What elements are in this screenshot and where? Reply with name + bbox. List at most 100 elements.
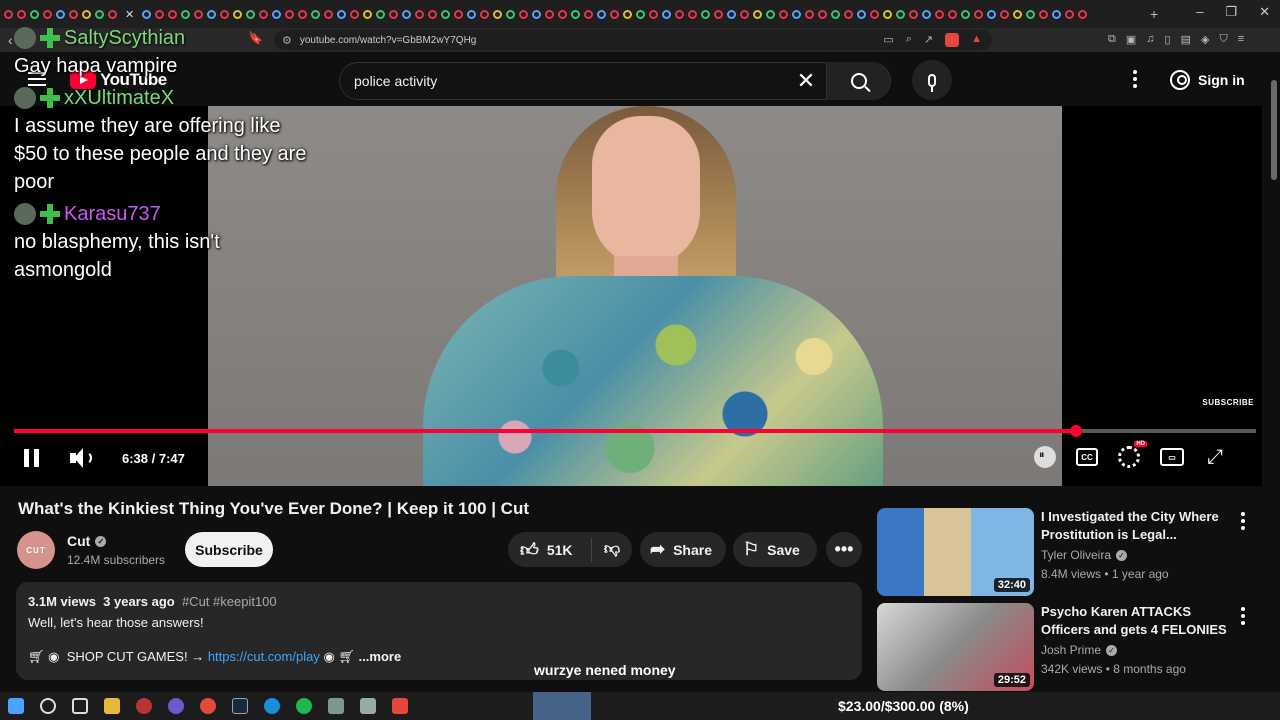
progress-scrubber[interactable]	[1069, 425, 1082, 437]
rewards-icon[interactable]: ▲	[971, 33, 982, 47]
tab-favicon-icon[interactable]	[259, 9, 269, 19]
tab-favicon-icon[interactable]	[467, 9, 477, 19]
tab-favicon-icon[interactable]	[493, 9, 503, 19]
settings-menu-icon[interactable]	[1128, 70, 1142, 88]
tab-favicon-icon[interactable]	[714, 9, 724, 19]
theater-mode-icon[interactable]: ▭	[1160, 448, 1184, 466]
scrollbar-thumb[interactable]	[1271, 80, 1277, 180]
taskbar-search-icon[interactable]	[40, 698, 56, 714]
recommendation-channel[interactable]: Tyler Oliveira ✓	[1041, 548, 1128, 562]
tab-favicon-icon[interactable]	[1039, 9, 1049, 19]
new-tab-icon[interactable]: +	[1150, 6, 1158, 22]
tab-favicon-icon[interactable]	[1000, 9, 1010, 19]
voice-search-button[interactable]	[912, 60, 952, 100]
tab-favicon-icon[interactable]	[402, 9, 412, 19]
tab-favicon-icon[interactable]	[987, 9, 997, 19]
extensions-icon[interactable]: ⧉	[1108, 33, 1116, 46]
share-page-icon[interactable]: ↗	[924, 33, 933, 47]
tab-favicon-icon[interactable]	[480, 9, 490, 19]
zoom-icon[interactable]: ⌕	[906, 33, 912, 47]
tab-favicon-icon[interactable]	[181, 9, 191, 19]
fullscreen-icon[interactable]: ⤢	[1204, 446, 1226, 468]
recommendation-menu-icon[interactable]	[1241, 607, 1245, 625]
tab-favicon-icon[interactable]	[207, 9, 217, 19]
tab-favicon-icon[interactable]	[519, 9, 529, 19]
tab-favicon-icon[interactable]	[1013, 9, 1023, 19]
tab-favicon-icon[interactable]	[82, 9, 91, 19]
recommendation-thumbnail[interactable]: 29:52	[877, 603, 1034, 691]
tab-favicon-icon[interactable]	[532, 9, 542, 19]
tab-favicon-icon[interactable]	[441, 9, 451, 19]
tab-favicon-icon[interactable]	[233, 9, 243, 19]
description-box[interactable]: 3.1M views 3 years ago #Cut #keepit100 W…	[16, 582, 862, 680]
tab-favicon-icon[interactable]	[155, 9, 165, 19]
tab-favicon-icon[interactable]	[870, 9, 880, 19]
tab-favicon-icon[interactable]	[792, 9, 802, 19]
tab-favicon-icon[interactable]	[766, 9, 776, 19]
show-more-link[interactable]: ...more	[359, 649, 402, 664]
channel-name[interactable]: Cut ✓	[67, 533, 107, 549]
tab-favicon-icon[interactable]	[545, 9, 555, 19]
tab-favicon-icon[interactable]	[896, 9, 906, 19]
dislike-button[interactable]: 👎︎	[592, 540, 632, 559]
steam-icon[interactable]	[232, 698, 248, 714]
page-scrollbar[interactable]	[1268, 52, 1280, 692]
cast-icon[interactable]: ▭	[883, 33, 893, 47]
tab-favicon-icon[interactable]	[142, 9, 152, 19]
tab-favicon-icon[interactable]	[194, 9, 204, 19]
tab-favicon-icon[interactable]	[220, 9, 230, 19]
brave-taskbar-icon[interactable]	[392, 698, 408, 714]
tab-favicon-icon[interactable]	[4, 9, 13, 19]
tab-favicon-icon[interactable]	[571, 9, 581, 19]
tab-favicon-icon[interactable]	[350, 9, 360, 19]
tab-favicon-icon[interactable]	[753, 9, 763, 19]
tab-favicon-icon[interactable]	[649, 9, 659, 19]
minimize-icon[interactable]: –	[1196, 4, 1203, 20]
tab-favicon-icon[interactable]	[818, 9, 828, 19]
tab-favicon-icon[interactable]	[831, 9, 841, 19]
tab-favicon-icon[interactable]	[285, 9, 295, 19]
chrome-icon[interactable]	[200, 698, 216, 714]
tab-favicon-icon[interactable]	[1052, 9, 1062, 19]
tab-favicon-icon[interactable]	[69, 9, 78, 19]
recommendation-item[interactable]: 32:40 I Investigated the City Where Pros…	[877, 508, 1262, 598]
tab-favicon-icon[interactable]	[701, 9, 711, 19]
tab-favicon-icon[interactable]	[961, 9, 971, 19]
tab-favicon-icon[interactable]	[844, 9, 854, 19]
tab-favicon-icon[interactable]	[857, 9, 867, 19]
media-icon[interactable]: ♫	[1146, 33, 1154, 46]
tab-favicon-icon[interactable]	[883, 9, 893, 19]
search-button[interactable]	[826, 62, 890, 100]
brave-shield-icon[interactable]	[945, 33, 960, 47]
obs-icon[interactable]	[136, 698, 152, 714]
like-button[interactable]: 👍︎ 51K	[508, 537, 592, 562]
tab-favicon-icon[interactable]	[363, 9, 373, 19]
shop-link[interactable]: https://cut.com/play	[208, 649, 320, 664]
spotify-icon[interactable]	[296, 698, 312, 714]
tab-favicon-icon[interactable]	[727, 9, 737, 19]
subscribe-watermark[interactable]: SUBSCRIBE	[1202, 398, 1254, 407]
close-window-icon[interactable]: ✕	[1259, 4, 1270, 20]
tab-favicon-icon[interactable]	[740, 9, 750, 19]
tab-favicon-icon[interactable]	[389, 9, 399, 19]
tab-favicon-icon[interactable]	[17, 9, 26, 19]
hashtags[interactable]: #Cut #keepit100	[182, 594, 277, 609]
tab-favicon-icon[interactable]	[43, 9, 52, 19]
tab-favicon-icon[interactable]	[675, 9, 685, 19]
start-icon[interactable]	[8, 698, 24, 714]
tab-favicon-icon[interactable]	[779, 9, 789, 19]
subtitles-icon[interactable]: CC	[1076, 448, 1098, 466]
wallet-icon[interactable]: ▤	[1181, 33, 1191, 46]
tab-favicon-icon[interactable]	[636, 9, 646, 19]
tab-favicon-icon[interactable]	[1078, 9, 1088, 19]
volume-icon[interactable]	[70, 447, 94, 469]
tab-favicon-icon[interactable]	[56, 9, 65, 19]
task-view-icon[interactable]	[72, 698, 88, 714]
app-icon[interactable]	[328, 698, 344, 714]
discord-icon[interactable]	[168, 698, 184, 714]
tab-favicon-icon[interactable]	[623, 9, 633, 19]
site-info-icon[interactable]: ⚙	[282, 34, 292, 47]
tab-favicon-icon[interactable]	[298, 9, 308, 19]
tab-favicon-icon[interactable]	[974, 9, 984, 19]
app-icon-2[interactable]	[360, 698, 376, 714]
